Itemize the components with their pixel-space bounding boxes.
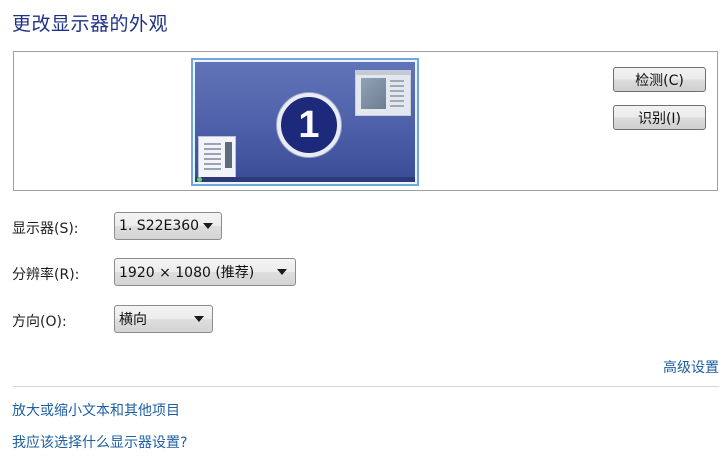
resolution-select[interactable]: 1920 × 1080 (推荐): [114, 258, 296, 286]
page-title: 更改显示器的外观: [12, 13, 169, 35]
monitor-number-badge: 1: [277, 93, 341, 157]
start-orb-icon: [197, 177, 202, 182]
monitor-screen: 1: [195, 62, 415, 182]
divider: [13, 386, 719, 387]
display-preview-panel: 1 检测(C) 识别(I): [13, 51, 718, 191]
display-settings-page: 更改显示器的外观 1 检测(C) 识别(I) 显示器(S): 1. S22E36…: [0, 0, 724, 456]
mini-start-menu-thumbnail: [198, 136, 236, 178]
identify-button[interactable]: 识别(I): [613, 105, 706, 130]
display-label: 显示器(S):: [12, 221, 79, 237]
advanced-settings-link[interactable]: 高级设置: [663, 357, 719, 377]
mini-window-thumbnail: [355, 70, 411, 116]
mini-taskbar: [195, 177, 415, 182]
orientation-select[interactable]: 横向: [114, 305, 213, 333]
detect-button[interactable]: 检测(C): [613, 67, 706, 92]
chevron-down-icon: [203, 223, 213, 229]
resolution-select-value: 1920 × 1080 (推荐): [119, 265, 255, 281]
text-size-link[interactable]: 放大或缩小文本和其他项目: [12, 400, 180, 420]
resolution-label: 分辨率(R):: [12, 267, 80, 283]
display-select[interactable]: 1. S22E360: [114, 212, 222, 240]
orientation-select-value: 横向: [119, 312, 147, 328]
monitor-1-preview[interactable]: 1: [191, 58, 419, 186]
orientation-label: 方向(O):: [12, 314, 67, 330]
chevron-down-icon: [194, 316, 204, 322]
display-select-value: 1. S22E360: [119, 218, 200, 234]
chevron-down-icon: [277, 269, 287, 275]
display-settings-help-link[interactable]: 我应该选择什么显示器设置?: [12, 432, 187, 452]
